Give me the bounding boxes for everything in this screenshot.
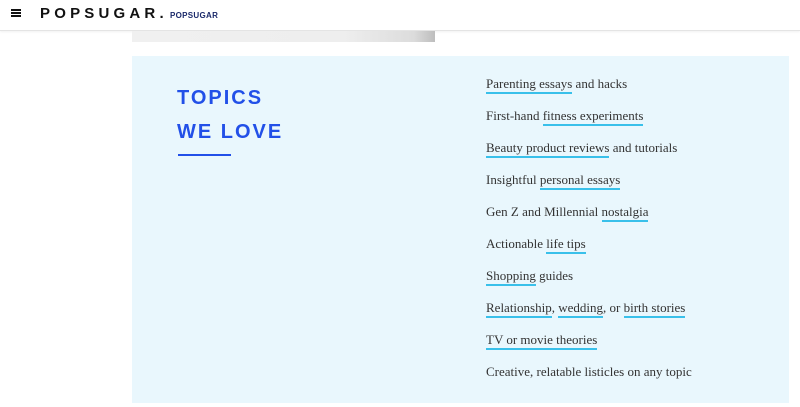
topic-item-listicles: Creative, relatable listicles on any top… bbox=[486, 364, 692, 396]
topics-panel: TOPICS WE LOVE Parenting essays and hack… bbox=[132, 56, 789, 403]
topic-link-beauty-product-reviews[interactable]: Beauty product reviews bbox=[486, 140, 610, 158]
topic-link-personal-essays[interactable]: personal essays bbox=[539, 172, 621, 190]
topic-text: and tutorials bbox=[609, 140, 678, 155]
site-header: POPSUGAR. POPSUGAR bbox=[0, 0, 800, 31]
topic-link-fitness-experiments[interactable]: fitness experiments bbox=[542, 108, 644, 126]
topic-text: , or bbox=[603, 300, 624, 315]
topic-link-parenting-essays[interactable]: Parenting essays bbox=[486, 76, 573, 94]
topic-text: Creative, relatable listicles on any top… bbox=[486, 364, 692, 379]
topic-link-tv-movie-theories[interactable]: TV or movie theories bbox=[486, 332, 598, 350]
topic-item-shopping: Shopping guides bbox=[486, 268, 692, 300]
topic-item-personal-essays: Insightful personal essays bbox=[486, 172, 692, 204]
topic-item-tv-movie: TV or movie theories bbox=[486, 332, 692, 364]
hamburger-menu-icon[interactable] bbox=[11, 9, 21, 17]
topic-link-birth-stories[interactable]: birth stories bbox=[623, 300, 686, 318]
topic-text: Insightful bbox=[486, 172, 540, 187]
topic-link-nostalgia[interactable]: nostalgia bbox=[601, 204, 649, 222]
topic-item-beauty: Beauty product reviews and tutorials bbox=[486, 140, 692, 172]
popsugar-sublogo[interactable]: POPSUGAR bbox=[170, 11, 218, 20]
topic-text: and hacks bbox=[572, 76, 628, 91]
topics-heading-line-2: WE LOVE bbox=[177, 121, 284, 143]
popsugar-logo[interactable]: POPSUGAR. bbox=[40, 5, 164, 22]
heading-underline bbox=[178, 154, 231, 156]
topic-link-wedding[interactable]: wedding bbox=[558, 300, 603, 318]
topic-text: First-hand bbox=[486, 108, 543, 123]
logo-text: POPSUGAR bbox=[40, 5, 160, 22]
topic-link-shopping[interactable]: Shopping bbox=[486, 268, 536, 286]
topics-heading: TOPICS WE LOVE bbox=[177, 81, 283, 149]
topic-text: Actionable bbox=[486, 236, 547, 251]
topic-item-stories: Relationship, wedding, or birth stories bbox=[486, 300, 692, 332]
topic-link-relationship[interactable]: Relationship bbox=[486, 300, 552, 318]
topics-heading-line-1: TOPICS bbox=[177, 87, 264, 109]
article-image-bottom bbox=[132, 31, 435, 42]
topic-item-parenting: Parenting essays and hacks bbox=[486, 76, 692, 108]
topic-link-life-tips[interactable]: life tips bbox=[546, 236, 586, 254]
topic-item-fitness: First-hand fitness experiments bbox=[486, 108, 692, 140]
topic-text: guides bbox=[535, 268, 574, 283]
topic-item-life-tips: Actionable life tips bbox=[486, 236, 692, 268]
topic-item-nostalgia: Gen Z and Millennial nostalgia bbox=[486, 204, 692, 236]
topic-text: Gen Z and Millennial bbox=[486, 204, 602, 219]
logo-dot: . bbox=[159, 5, 164, 22]
topics-list: Parenting essays and hacks First-hand fi… bbox=[486, 76, 692, 396]
